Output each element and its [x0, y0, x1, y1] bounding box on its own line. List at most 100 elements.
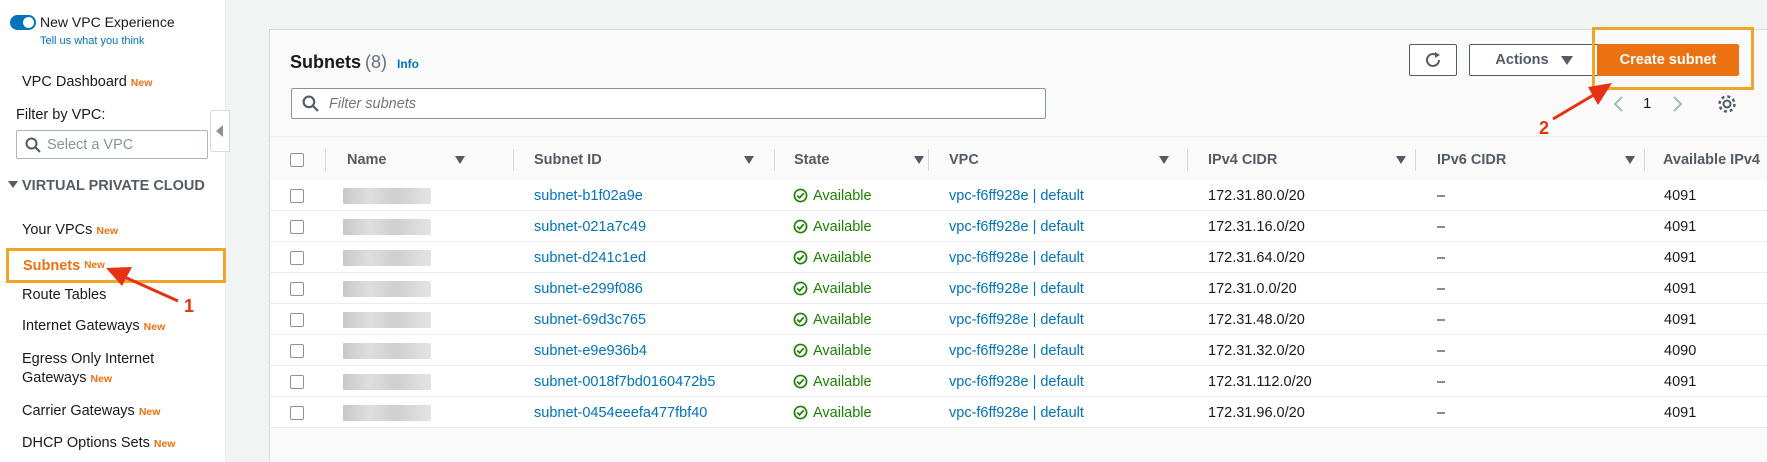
collapse-sidebar-button[interactable] [210, 110, 230, 152]
state-cell: Available [793, 366, 872, 397]
chevron-left-icon[interactable] [1612, 96, 1624, 112]
subnet-id-link[interactable]: subnet-69d3c765 [534, 304, 646, 335]
state-cell: Available [793, 304, 872, 335]
table-header: Name Subnet ID State VPC IPv4 CIDR IPv6 … [270, 136, 1767, 182]
section-label: VIRTUAL PRIVATE CLOUD [22, 178, 205, 194]
column-label: Subnet ID [534, 152, 602, 168]
subnet-id-link[interactable]: subnet-d241c1ed [534, 242, 646, 273]
vpc-link[interactable]: vpc-f6ff928e | default [949, 180, 1084, 211]
sort-icon[interactable] [1625, 156, 1635, 164]
select-all-checkbox[interactable] [290, 153, 304, 167]
toggle-switch[interactable] [10, 14, 36, 30]
table-row[interactable]: subnet-e299f086 Available vpc-f6ff928e |… [270, 273, 1767, 304]
table-row[interactable]: subnet-0454eeefa477fbf40 Available vpc-f… [270, 397, 1767, 428]
column-header-subnet-id[interactable]: Subnet ID [534, 137, 764, 183]
state-text: Available [813, 404, 872, 421]
gear-icon[interactable] [1717, 94, 1737, 114]
subnet-count: (8) [365, 52, 388, 72]
chevron-right-icon[interactable] [1672, 96, 1684, 112]
subnet-id-link[interactable]: subnet-0454eeefa477fbf40 [534, 397, 707, 428]
sidebar-item-egress-only-internet-gateways[interactable]: Egress Only Internet Gateways New [22, 350, 154, 389]
ipv4-cidr-cell: 172.31.80.0/20 [1208, 187, 1305, 204]
available-ipv4-cell: 4091 [1664, 249, 1697, 266]
sidebar-item-your-vpcs[interactable]: Your VPCs New [22, 222, 118, 238]
available-ipv4-cell: 4091 [1664, 218, 1697, 235]
row-checkbox[interactable] [290, 250, 304, 265]
new-badge: New [84, 260, 105, 271]
sidebar-item-route-tables[interactable]: Route Tables [22, 287, 106, 303]
row-checkbox[interactable] [290, 374, 304, 389]
available-ipv4-cell: 4091 [1664, 404, 1697, 421]
subnet-id-link[interactable]: subnet-e9e936b4 [534, 335, 647, 366]
sidebar-item-subnets[interactable]: Subnets New [6, 248, 226, 283]
row-checkbox[interactable] [290, 405, 304, 420]
vpc-link[interactable]: vpc-f6ff928e | default [949, 242, 1084, 273]
vpc-link[interactable]: vpc-f6ff928e | default [949, 211, 1084, 242]
page-title: Subnets (8) Info [290, 52, 419, 73]
sidebar-item-label-line2: Gateways [22, 370, 87, 386]
row-checkbox[interactable] [290, 219, 304, 234]
sidebar-item-dhcp-options-sets[interactable]: DHCP Options Sets New [22, 435, 175, 451]
subnet-id-link[interactable]: subnet-021a7c49 [534, 211, 646, 242]
new-vpc-experience-toggle[interactable]: New VPC Experience [10, 14, 175, 30]
table-row[interactable]: subnet-0018f7bd0160472b5 Available vpc-f… [270, 366, 1767, 397]
page-number[interactable]: 1 [1643, 95, 1651, 112]
ipv6-cidr-cell: – [1437, 311, 1446, 328]
vpc-link[interactable]: vpc-f6ff928e | default [949, 273, 1084, 304]
sort-icon[interactable] [1396, 156, 1406, 164]
subnet-id-link[interactable]: subnet-e299f086 [534, 273, 643, 304]
column-header-name[interactable]: Name [347, 137, 475, 183]
row-checkbox[interactable] [290, 312, 304, 327]
sidebar-item-label: Your VPCs [22, 222, 93, 238]
ipv4-cidr-cell: 172.31.96.0/20 [1208, 404, 1305, 421]
ipv6-cidr-cell: – [1437, 187, 1446, 204]
annotation-step-2: 2 [1539, 118, 1550, 138]
subnet-id-link[interactable]: subnet-0018f7bd0160472b5 [534, 366, 715, 397]
new-badge: New [143, 321, 166, 333]
table-row[interactable]: subnet-b1f02a9e Available vpc-f6ff928e |… [270, 180, 1767, 211]
row-checkbox[interactable] [290, 343, 304, 358]
sort-icon[interactable] [744, 156, 754, 164]
refresh-button[interactable] [1409, 44, 1457, 76]
table-row[interactable]: subnet-e9e936b4 Available vpc-f6ff928e |… [270, 335, 1767, 366]
feedback-link[interactable]: Tell us what you think [40, 35, 145, 47]
column-header-ipv6-cidr[interactable]: IPv6 CIDR [1437, 137, 1645, 183]
column-header-vpc[interactable]: VPC [949, 137, 1179, 183]
state-cell: Available [793, 273, 872, 304]
sort-icon[interactable] [914, 156, 924, 164]
caret-down-icon [1560, 55, 1573, 65]
filter-subnets-field[interactable] [291, 88, 1046, 119]
vpc-select[interactable]: Select a VPC [16, 130, 208, 159]
sort-icon[interactable] [1159, 156, 1169, 164]
column-header-state[interactable]: State [794, 137, 934, 183]
subnet-id-link[interactable]: subnet-b1f02a9e [534, 180, 643, 211]
vpc-link[interactable]: vpc-f6ff928e | default [949, 397, 1084, 428]
table-row[interactable]: subnet-69d3c765 Available vpc-f6ff928e |… [270, 304, 1767, 335]
filter-subnets-input[interactable] [327, 94, 1027, 113]
sidebar: New VPC Experience Tell us what you thin… [0, 0, 226, 462]
ipv6-cidr-cell: – [1437, 249, 1446, 266]
sidebar-item-internet-gateways[interactable]: Internet Gateways New [22, 318, 165, 334]
sort-icon[interactable] [455, 156, 465, 164]
column-header-available-ipv4[interactable]: Available IPv4 [1663, 137, 1767, 183]
info-link[interactable]: Info [397, 57, 419, 71]
sidebar-item-carrier-gateways[interactable]: Carrier Gateways New [22, 403, 160, 419]
actions-button[interactable]: Actions [1469, 44, 1599, 76]
row-checkbox[interactable] [290, 281, 304, 296]
state-text: Available [813, 249, 872, 266]
vpc-link[interactable]: vpc-f6ff928e | default [949, 335, 1084, 366]
column-header-ipv4-cidr[interactable]: IPv4 CIDR [1208, 137, 1416, 183]
create-subnet-button[interactable]: Create subnet [1597, 44, 1739, 76]
state-cell: Available [793, 180, 872, 211]
table-row[interactable]: subnet-021a7c49 Available vpc-f6ff928e |… [270, 211, 1767, 242]
table-row[interactable]: subnet-d241c1ed Available vpc-f6ff928e |… [270, 242, 1767, 273]
toggle-label: New VPC Experience [40, 14, 175, 30]
collapse-icon [216, 125, 223, 137]
check-circle-icon [793, 281, 808, 296]
table-body: subnet-b1f02a9e Available vpc-f6ff928e |… [270, 180, 1767, 462]
sidebar-item-vpc-dashboard[interactable]: VPC Dashboard New [22, 74, 152, 90]
vpc-link[interactable]: vpc-f6ff928e | default [949, 304, 1084, 335]
row-checkbox[interactable] [290, 188, 304, 203]
section-virtual-private-cloud[interactable]: VIRTUAL PRIVATE CLOUD [8, 177, 208, 195]
vpc-link[interactable]: vpc-f6ff928e | default [949, 366, 1084, 397]
